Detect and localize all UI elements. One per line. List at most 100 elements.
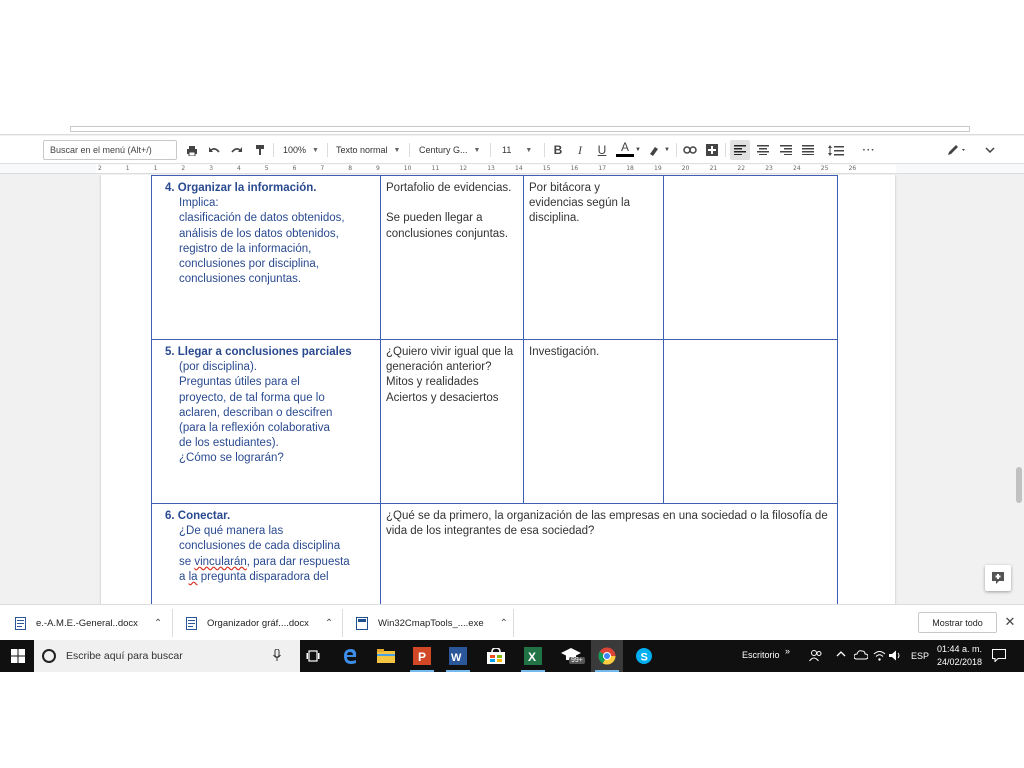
chevron-up-icon[interactable] [836, 649, 846, 660]
divider [513, 609, 514, 637]
spellcheck-word[interactable]: vincularán [194, 556, 246, 568]
clock-date[interactable]: 24/02/2018 [937, 657, 982, 667]
font-select[interactable]: Century G... ▼ [419, 140, 485, 160]
taskbar-search-input[interactable]: Escribe aquí para buscar [34, 640, 300, 672]
download-item[interactable]: e.-A.M.E.-General..docx ⌃ [14, 611, 162, 635]
paint-format-icon[interactable] [251, 140, 269, 160]
download-item[interactable]: Organizador gráf....docx ⌃ [185, 611, 333, 635]
word-icon[interactable]: W [442, 640, 474, 672]
add-comment-button[interactable] [985, 565, 1011, 591]
editing-mode-icon[interactable] [944, 140, 970, 160]
desktop-toolbar-label[interactable]: Escritorio [742, 650, 780, 660]
scrollbar-thumb[interactable] [1016, 467, 1022, 503]
wifi-icon[interactable] [873, 650, 886, 664]
redo-icon[interactable] [228, 140, 246, 160]
double-chevron-icon[interactable]: » [785, 646, 790, 656]
more-options-icon[interactable]: ··· [858, 140, 880, 160]
align-center-icon[interactable] [754, 140, 772, 160]
link-icon[interactable] [682, 140, 698, 160]
table-cell-step-4[interactable]: 4. Organizar la información. Implica: cl… [151, 175, 381, 340]
align-justify-icon[interactable] [799, 140, 817, 160]
skype-icon[interactable]: S [628, 640, 660, 672]
microphone-icon[interactable] [273, 648, 281, 665]
toolbar-divider [409, 143, 410, 157]
store-icon[interactable] [480, 640, 512, 672]
vertical-scrollbar[interactable] [1014, 175, 1024, 604]
bold-button[interactable]: B [550, 140, 566, 160]
chevron-down-icon: ▼ [525, 146, 533, 154]
table-cell[interactable] [663, 175, 838, 340]
line-spacing-icon[interactable] [825, 140, 849, 160]
svg-text:P: P [418, 650, 426, 664]
italic-button[interactable]: I [572, 140, 588, 160]
ruler-mark: 1 [125, 165, 130, 172]
table-cell[interactable]: Investigación. [523, 339, 664, 504]
print-icon[interactable] [183, 140, 201, 160]
table-cell[interactable]: ¿Quiero vivir igual que la generación an… [380, 339, 524, 504]
chevron-up-icon[interactable]: ⌃ [154, 618, 162, 629]
toolbar-divider [725, 143, 726, 157]
chrome-icon[interactable] [591, 640, 623, 672]
ruler-mark: 7 [320, 165, 325, 172]
ruler-mark: 3 [209, 165, 214, 172]
graduation-app-icon[interactable]: 99+ [555, 640, 587, 672]
ruler[interactable]: 2 1 1 2 3 4 5 6 7 8 9 10 11 12 13 14 15 16 17 18 19 20 21 22 23 2… [0, 164, 1024, 174]
task-view-icon[interactable] [297, 640, 329, 672]
paragraph-style-select[interactable]: Texto normal ▼ [336, 140, 404, 160]
table-cell[interactable]: Por bitácora y evidencias según la disci… [523, 175, 664, 340]
align-left-icon[interactable] [730, 140, 750, 160]
table-cell-step-5[interactable]: 5. Llegar a conclusiones parciales (por … [151, 339, 381, 504]
edge-browser-icon[interactable] [334, 640, 366, 672]
windows-start-icon[interactable] [4, 640, 32, 672]
spellcheck-word[interactable]: la [189, 571, 198, 583]
document-page[interactable]: 4. Organizar la información. Implica: cl… [101, 175, 895, 604]
insert-comment-icon[interactable] [704, 140, 720, 160]
excel-icon[interactable]: X [517, 640, 549, 672]
table-cell-step-6[interactable]: 6. Conectar. ¿De qué manera las conclusi… [151, 503, 381, 604]
clock-time[interactable]: 01:44 a. m. [937, 644, 982, 654]
underline-button[interactable]: U [594, 140, 610, 160]
ruler-mark: 17 [598, 165, 607, 172]
language-indicator[interactable]: ESP [911, 651, 929, 661]
download-filename: Organizador gráf....docx [207, 617, 309, 629]
chevron-up-icon[interactable]: ⌃ [500, 618, 508, 629]
document-canvas: 4. Organizar la información. Implica: cl… [0, 175, 1024, 604]
table-cell-merged[interactable]: ¿Qué se da primero, la organización de l… [380, 503, 838, 604]
chevron-down-icon[interactable]: ▼ [634, 140, 642, 160]
download-item[interactable]: Win32CmapTools_....exe ⌃ [356, 611, 508, 635]
cloud-icon[interactable] [853, 650, 869, 663]
table-cell[interactable] [663, 339, 838, 504]
toolbar-divider [327, 143, 328, 157]
collapse-toolbar-icon[interactable] [982, 140, 998, 160]
people-icon[interactable] [809, 650, 823, 665]
highlight-icon[interactable] [646, 140, 662, 160]
menu-search-input[interactable]: Buscar en el menú (Alt+/) [43, 140, 177, 160]
svg-text:W: W [451, 652, 462, 664]
text-color-button[interactable]: A [616, 140, 634, 157]
chevron-up-icon[interactable]: ⌃ [325, 618, 333, 629]
powerpoint-icon[interactable]: P [406, 640, 438, 672]
font-value: Century G... [419, 145, 468, 155]
add-comment-icon [992, 572, 1004, 584]
notification-center-icon[interactable] [992, 649, 1006, 665]
close-icon[interactable]: ✕ [1003, 614, 1017, 630]
show-all-downloads-button[interactable]: Mostrar todo [918, 612, 997, 633]
table-row: 6. Conectar. ¿De qué manera las conclusi… [151, 503, 838, 604]
zoom-select[interactable]: 100% ▼ [283, 140, 323, 160]
font-size-select[interactable]: 11 ▼ [502, 140, 540, 160]
chevron-down-icon[interactable]: ▼ [663, 140, 671, 160]
align-right-icon[interactable] [777, 140, 795, 160]
table-row: 5. Llegar a conclusiones parciales (por … [151, 339, 838, 504]
step-line: a [179, 570, 189, 583]
cell-text: Portafolio de evidencias. Se pueden lleg… [386, 182, 512, 240]
cell-text: Por bitácora y evidencias según la disci… [529, 182, 631, 225]
volume-icon[interactable] [889, 650, 902, 664]
step-description: (por disciplina). Preguntas útiles para … [179, 361, 333, 465]
table-cell[interactable]: Portafolio de evidencias. Se pueden lleg… [380, 175, 524, 340]
toolbar-divider [490, 143, 491, 157]
word-doc-icon [14, 616, 26, 630]
ruler-mark: 1 [153, 165, 158, 172]
undo-icon[interactable] [205, 140, 223, 160]
file-explorer-icon[interactable] [370, 640, 402, 672]
step-title: 4. Organizar la información. [165, 182, 317, 194]
